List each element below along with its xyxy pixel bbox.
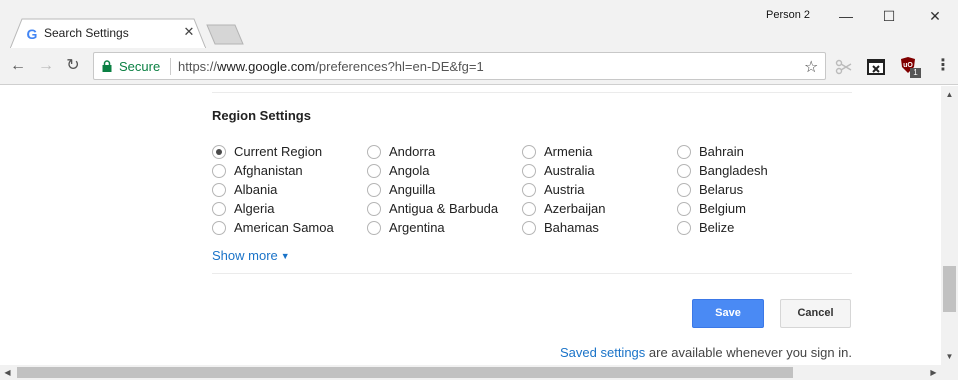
region-label: Current Region [234, 144, 323, 159]
region-label: Armenia [544, 144, 593, 159]
minimize-button[interactable]: — [833, 5, 859, 27]
forward-button[interactable]: → [36, 56, 56, 76]
tab-search-settings[interactable]: G Search Settings ✕ [10, 18, 206, 49]
region-label: Bahamas [544, 220, 599, 235]
region-label: Angola [389, 163, 430, 178]
omnibox-separator [170, 58, 171, 75]
scroll-down-arrow-icon[interactable]: ▼ [941, 348, 958, 365]
radio-button[interactable] [212, 183, 226, 197]
ublock-badge: 1 [910, 68, 921, 78]
region-label: Albania [234, 182, 278, 197]
url-path: /preferences?hl=en-DE&fg=1 [315, 59, 484, 74]
saved-settings-note: Saved settings are available whenever yo… [560, 345, 852, 360]
region-label: Austria [544, 182, 585, 197]
google-g-icon: G [26, 26, 38, 42]
radio-button[interactable] [677, 221, 691, 235]
radio-button[interactable] [522, 183, 536, 197]
radio-button[interactable] [212, 221, 226, 235]
caret-down-icon: ▼ [280, 251, 290, 261]
browser-toolbar: ← → ↻ Secure https://www.google.com/pref… [0, 48, 958, 85]
show-more-link[interactable]: Show more ▼ [212, 248, 290, 263]
radio-button[interactable] [677, 202, 691, 216]
url-text[interactable]: https://www.google.com/preferences?hl=en… [178, 59, 484, 74]
saved-settings-link[interactable]: Saved settings [560, 345, 645, 360]
radio-button[interactable] [522, 202, 536, 216]
back-button[interactable]: ← [8, 56, 28, 76]
vertical-scroll-thumb[interactable] [943, 266, 956, 312]
radio-button[interactable] [212, 145, 226, 159]
region-label: Bahrain [699, 144, 744, 159]
vertical-scrollbar[interactable]: ▲ ▼ [941, 86, 958, 365]
radio-button[interactable] [212, 164, 226, 178]
radio-button[interactable] [522, 164, 536, 178]
maximize-button[interactable]: ☐ [876, 5, 902, 27]
title-bar: G Search Settings ✕ Person 2 — ☐ ✕ [0, 0, 958, 49]
region-label: Belize [699, 220, 735, 235]
url-scheme: https:// [178, 59, 218, 74]
region-label: Australia [544, 163, 595, 178]
lock-icon [102, 60, 112, 72]
radio-button[interactable] [367, 164, 381, 178]
region-label: Algeria [234, 201, 275, 216]
url-host: www.google.com [217, 59, 316, 74]
reload-button[interactable]: ↻ [63, 56, 83, 76]
region-label: Afghanistan [234, 163, 303, 178]
profile-name[interactable]: Person 2 [766, 9, 810, 21]
ublock-origin-extension[interactable]: uO 1 [899, 56, 921, 78]
region-label: Andorra [389, 144, 436, 159]
tab-close-extension-icon[interactable] [867, 58, 885, 76]
cancel-button[interactable]: Cancel [780, 299, 851, 328]
scissors-extension-icon[interactable] [835, 58, 853, 76]
radio-button[interactable] [367, 145, 381, 159]
scroll-left-arrow-icon[interactable]: ◀ [0, 365, 15, 380]
region-label: Belgium [699, 201, 746, 216]
horizontal-scroll-thumb[interactable] [17, 367, 793, 378]
page-content: Region Settings Current Region Afghanist… [0, 86, 941, 365]
radio-button[interactable] [212, 202, 226, 216]
address-bar[interactable]: Secure https://www.google.com/preference… [93, 52, 826, 80]
radio-button[interactable] [677, 145, 691, 159]
horizontal-scrollbar[interactable]: ◀ ▶ [0, 365, 958, 380]
tab-title: Search Settings [44, 26, 129, 40]
scroll-up-arrow-icon[interactable]: ▲ [941, 86, 958, 103]
region-label: Azerbaijan [544, 201, 606, 216]
section-divider-top [212, 92, 852, 93]
region-label: Belarus [699, 182, 744, 197]
region-label: Bangladesh [699, 163, 768, 178]
radio-button[interactable] [522, 221, 536, 235]
radio-button[interactable] [522, 145, 536, 159]
section-divider-bottom [212, 273, 852, 274]
tab-close-icon[interactable]: ✕ [182, 25, 196, 39]
radio-button[interactable] [677, 183, 691, 197]
show-more-label: Show more [212, 248, 278, 263]
radio-button[interactable] [367, 183, 381, 197]
secure-label: Secure [119, 59, 161, 74]
new-tab-icon [206, 24, 244, 45]
scroll-right-arrow-icon[interactable]: ▶ [926, 365, 941, 380]
radio-button[interactable] [367, 202, 381, 216]
region-label: American Samoa [234, 220, 334, 235]
radio-button[interactable] [677, 164, 691, 178]
saved-settings-text: are available whenever you sign in. [645, 345, 852, 360]
region-label: Antigua & Barbuda [389, 201, 499, 216]
close-window-button[interactable]: ✕ [922, 5, 948, 27]
bookmark-star-icon[interactable]: ☆ [804, 57, 818, 77]
region-label: Anguilla [389, 182, 436, 197]
new-tab-button[interactable] [206, 24, 244, 45]
region-label: Argentina [389, 220, 445, 235]
chrome-menu-button[interactable]: ⋮ [935, 57, 951, 75]
region-settings-title: Region Settings [212, 108, 311, 123]
radio-button[interactable] [367, 221, 381, 235]
save-button[interactable]: Save [692, 299, 764, 328]
